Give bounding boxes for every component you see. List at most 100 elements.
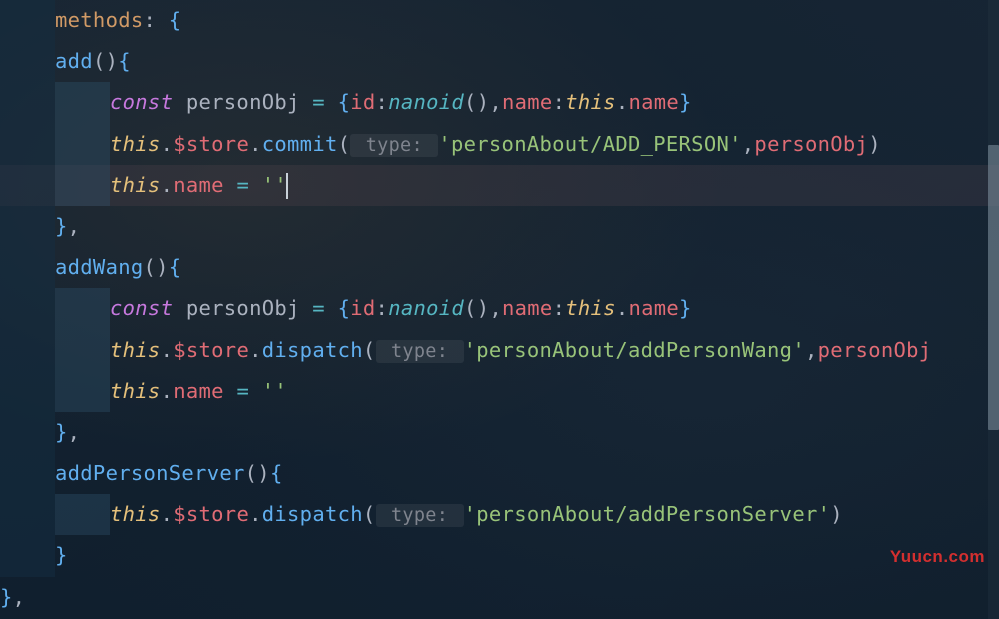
token-inlay-hint: type: bbox=[350, 134, 438, 157]
token-this: this bbox=[110, 502, 161, 526]
token-punct: . bbox=[161, 379, 174, 403]
token-brace: } bbox=[55, 214, 68, 238]
indent-guide bbox=[0, 0, 55, 41]
token-punct: , bbox=[68, 214, 81, 238]
token-prop: $store bbox=[173, 132, 249, 156]
token-punct: , bbox=[489, 296, 502, 320]
token-prop: name bbox=[628, 296, 679, 320]
code-editor[interactable]: methods: { add(){ const personObj = {id:… bbox=[0, 0, 999, 618]
token-punct: () bbox=[464, 296, 489, 320]
token-punct: () bbox=[464, 90, 489, 114]
code-line[interactable]: this.$store.dispatch( type: 'personAbout… bbox=[0, 330, 999, 371]
code-line[interactable]: }, bbox=[0, 412, 999, 453]
indent-guide bbox=[0, 41, 55, 82]
token-var: personObj bbox=[818, 338, 932, 362]
code-line[interactable]: this.$store.dispatch( type: 'personAbout… bbox=[0, 494, 999, 535]
code-line-active[interactable]: this.name = '' bbox=[0, 165, 999, 206]
code-line[interactable]: }, bbox=[0, 577, 999, 618]
token-punct: () bbox=[93, 49, 118, 73]
token-brace: { bbox=[338, 296, 351, 320]
token-func: dispatch bbox=[262, 502, 363, 526]
token-prop: name bbox=[173, 173, 224, 197]
scrollbar-thumb[interactable] bbox=[988, 145, 999, 430]
token-punct: : bbox=[553, 90, 566, 114]
token-brace: { bbox=[338, 90, 351, 114]
token-prop: $store bbox=[173, 502, 249, 526]
token-this: this bbox=[565, 296, 616, 320]
indent-guide bbox=[0, 412, 55, 453]
token-punct: . bbox=[161, 502, 174, 526]
token-func: nanoid bbox=[388, 90, 464, 114]
token-string: '' bbox=[262, 379, 287, 403]
token-punct: . bbox=[161, 338, 174, 362]
indent-guide bbox=[55, 330, 110, 371]
token-var: personObj bbox=[173, 90, 312, 114]
code-line[interactable]: const personObj = {id:nanoid(),name:this… bbox=[0, 288, 999, 329]
code-line[interactable]: }, bbox=[0, 206, 999, 247]
token-punct: ( bbox=[363, 338, 376, 362]
token-punct: ( bbox=[338, 132, 351, 156]
indent-guide bbox=[0, 124, 55, 165]
indent-guide bbox=[0, 247, 55, 288]
token-string: 'personAbout/addPersonWang' bbox=[464, 338, 805, 362]
token-brace: } bbox=[55, 543, 68, 567]
code-line[interactable]: addPersonServer(){ bbox=[0, 453, 999, 494]
token-func: dispatch bbox=[262, 338, 363, 362]
token-this: this bbox=[565, 90, 616, 114]
token-prop: name bbox=[173, 379, 224, 403]
token-punct: : bbox=[376, 90, 389, 114]
indent-guide bbox=[55, 82, 110, 123]
indent-guide bbox=[0, 371, 55, 412]
token-prop: $store bbox=[173, 338, 249, 362]
token-punct: , bbox=[805, 338, 818, 362]
code-line[interactable]: methods: { bbox=[0, 0, 999, 41]
scrollbar-track[interactable] bbox=[988, 0, 999, 619]
token-operator: = bbox=[224, 173, 262, 197]
token-inlay-hint: type: bbox=[376, 504, 464, 527]
token-this: this bbox=[110, 173, 161, 197]
indent-guide bbox=[0, 82, 55, 123]
code-line[interactable]: } bbox=[0, 535, 999, 576]
token-punct: , bbox=[68, 420, 81, 444]
token-punct: ) bbox=[830, 502, 843, 526]
code-line[interactable]: const personObj = {id:nanoid(),name:this… bbox=[0, 82, 999, 123]
text-cursor bbox=[286, 173, 288, 199]
token-punct: : bbox=[144, 8, 169, 32]
token-brace: { bbox=[270, 461, 283, 485]
token-this: this bbox=[110, 338, 161, 362]
indent-guide bbox=[55, 371, 110, 412]
token-brace: } bbox=[0, 585, 13, 609]
token-prop: name bbox=[502, 90, 553, 114]
code-line[interactable]: add(){ bbox=[0, 41, 999, 82]
indent-guide bbox=[0, 330, 55, 371]
indent-guide bbox=[0, 535, 55, 576]
token-punct: , bbox=[13, 585, 26, 609]
token-prop: name bbox=[502, 296, 553, 320]
token-punct: ( bbox=[363, 502, 376, 526]
code-line[interactable]: this.$store.commit( type: 'personAbout/A… bbox=[0, 124, 999, 165]
token-method: addPersonServer bbox=[55, 461, 245, 485]
indent-guide bbox=[0, 453, 55, 494]
indent-guide bbox=[55, 288, 110, 329]
code-line[interactable]: this.name = '' bbox=[0, 371, 999, 412]
token-keyword: const bbox=[110, 296, 173, 320]
token-punct: , bbox=[742, 132, 755, 156]
token-this: this bbox=[110, 379, 161, 403]
token-punct: . bbox=[249, 502, 262, 526]
code-line[interactable]: addWang(){ bbox=[0, 247, 999, 288]
token-string: 'personAbout/ADD_PERSON' bbox=[438, 132, 741, 156]
token-operator: = bbox=[312, 296, 337, 320]
token-method: addWang bbox=[55, 255, 144, 279]
token-punct: . bbox=[616, 296, 629, 320]
token-brace: } bbox=[55, 420, 68, 444]
token-brace: { bbox=[118, 49, 131, 73]
indent-guide bbox=[0, 165, 55, 206]
indent-guide bbox=[0, 288, 55, 329]
token-punct: . bbox=[161, 132, 174, 156]
token-brace: { bbox=[169, 255, 182, 279]
token-punct: , bbox=[489, 90, 502, 114]
token-var: personObj bbox=[173, 296, 312, 320]
token-operator: = bbox=[224, 379, 262, 403]
indent-guide bbox=[55, 494, 110, 535]
token-var: personObj bbox=[754, 132, 868, 156]
